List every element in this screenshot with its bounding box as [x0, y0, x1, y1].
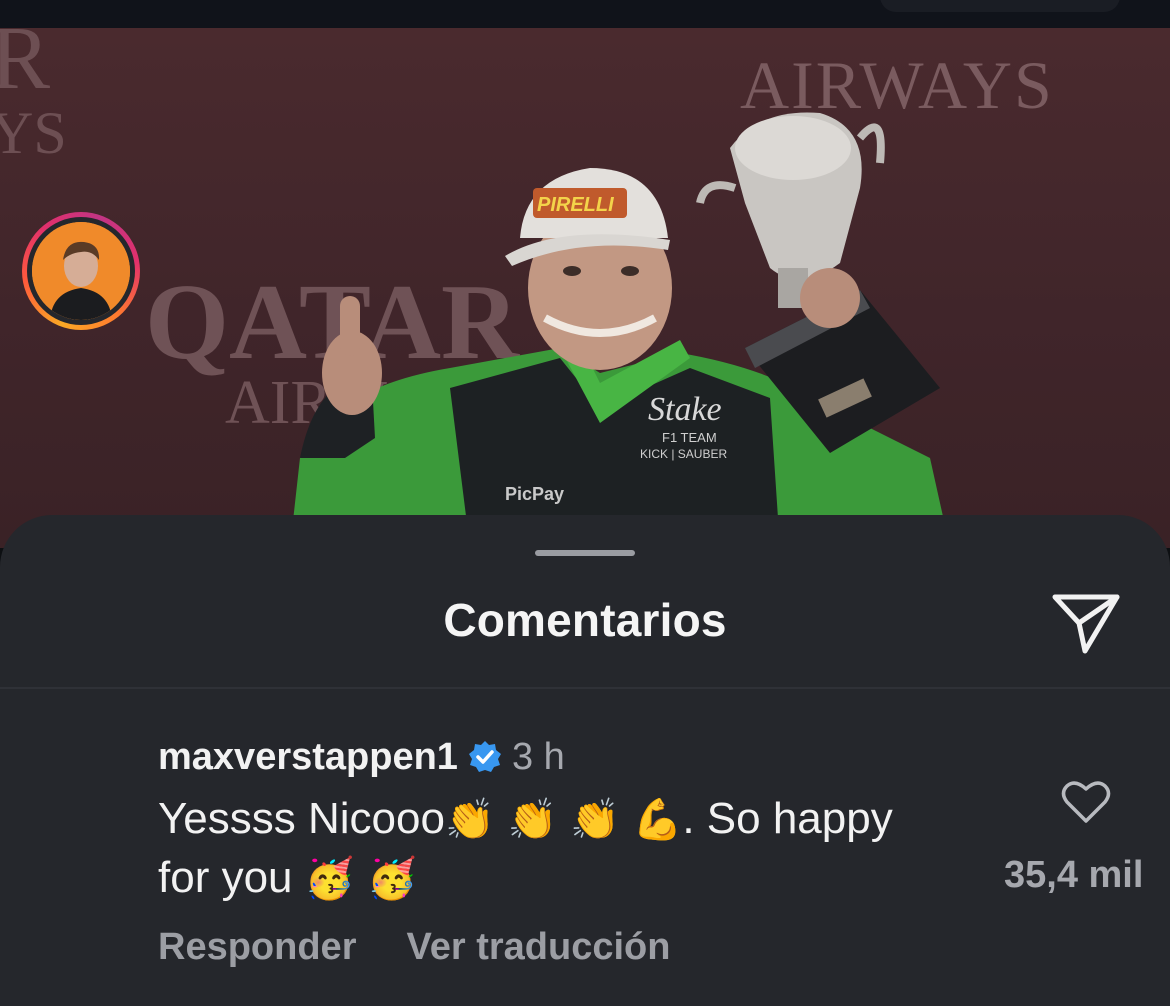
paper-plane-icon [1052, 594, 1120, 654]
podium-photo-illustration: AIRWAYS R YS QATAR AIRWAYS Stake F1 TEAM… [0, 28, 1054, 548]
avatar-portrait [32, 222, 130, 320]
avatar[interactable] [22, 212, 140, 330]
share-button[interactable] [1048, 589, 1124, 657]
reply-button[interactable]: Responder [158, 926, 356, 969]
svg-text:YS: YS [0, 100, 67, 166]
comment-text-line1: Yessss Nicooo [158, 794, 445, 843]
post-photo[interactable]: AIRWAYS R YS QATAR AIRWAYS Stake F1 TEAM… [0, 28, 1170, 548]
comment-body: Yessss Nicooo👏 👏 👏 💪. So happy for you 🥳… [158, 790, 998, 908]
instagram-comments-screen: AIRWAYS R YS QATAR AIRWAYS Stake F1 TEAM… [0, 0, 1170, 1006]
like-count: 35,4 mil [1004, 854, 1144, 896]
sheet-grabber[interactable] [535, 550, 635, 556]
like-button[interactable] [1058, 776, 1114, 828]
suit-sponsor: PicPay [505, 484, 564, 504]
comment-time: 3 h [511, 735, 565, 778]
comment-text-line1-end: . So happy [682, 794, 893, 843]
verified-badge-icon [468, 741, 501, 772]
top-pill [880, 0, 1120, 12]
header-divider [0, 687, 1170, 689]
party-face-emojis: 🥳 🥳 [304, 856, 418, 902]
see-translation-button[interactable]: Ver traducción [406, 926, 670, 969]
cap-brand: PIRELLI [537, 194, 614, 216]
comment-username[interactable]: maxverstappen1 [158, 736, 458, 779]
comment-actions: Responder Ver traducción [158, 926, 670, 969]
banner-top-text: AIRWAYS [740, 47, 1054, 123]
svg-text:R: R [0, 28, 50, 108]
heart-outline-icon [1061, 781, 1111, 823]
comment-text-line2: for you [158, 853, 293, 902]
suit-sub: KICK | SAUBER [640, 447, 727, 461]
status-strip [0, 0, 1170, 28]
comment-header: maxverstappen1 3 h [158, 732, 565, 782]
suit-team: F1 TEAM [662, 430, 717, 445]
suit-brand: Stake [648, 391, 722, 428]
sheet-title: Comentarios [443, 594, 727, 646]
clap-strong-emojis: 👏 👏 👏 💪 [444, 797, 683, 843]
